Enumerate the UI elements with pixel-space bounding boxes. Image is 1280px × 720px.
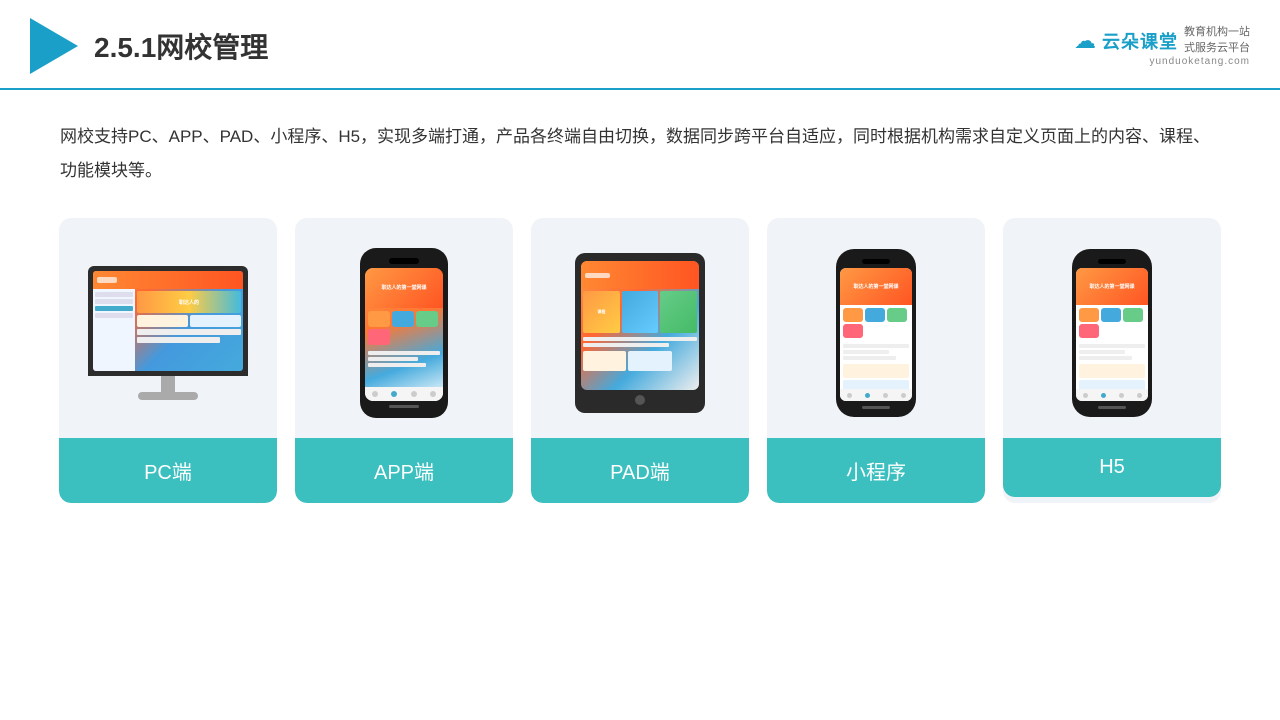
card-label-pc: PC端 <box>59 438 277 503</box>
card-image-app: 职达人的第一堂网课 <box>295 218 513 438</box>
miniprogram-phone-icon: 职达人的第一堂网课 <box>836 249 916 417</box>
card-label-miniprogram: 小程序 <box>767 438 985 503</box>
pc-monitor-icon: 职达人的 <box>88 266 248 400</box>
brand-tagline: 教育机构一站 式服务云平台 <box>1184 25 1250 56</box>
brand-name: 云朵课堂 <box>1102 28 1178 54</box>
card-image-pad: 课程 <box>531 218 749 438</box>
card-image-pc: 职达人的 <box>59 218 277 438</box>
platform-cards: 职达人的 <box>60 218 1220 503</box>
brand-logo: ☁ 云朵课堂 教育机构一站 式服务云平台 yunduoketang.com <box>1074 25 1250 67</box>
card-image-h5: 职达人的第一堂网课 <box>1003 218 1221 438</box>
card-label-app: APP端 <box>295 438 513 503</box>
logo-triangle-icon <box>30 18 78 74</box>
card-pc: 职达人的 <box>59 218 277 503</box>
description-text: 网校支持PC、APP、PAD、小程序、H5，实现多端打通，产品各终端自由切换，数… <box>60 120 1220 188</box>
page-title: 2.5.1网校管理 <box>94 26 268 66</box>
card-h5: 职达人的第一堂网课 <box>1003 218 1221 503</box>
cloud-icon: ☁ <box>1074 28 1096 54</box>
header-right: ☁ 云朵课堂 教育机构一站 式服务云平台 yunduoketang.com <box>1074 25 1250 67</box>
card-label-pad: PAD端 <box>531 438 749 503</box>
header: 2.5.1网校管理 ☁ 云朵课堂 教育机构一站 式服务云平台 yunduoket… <box>0 0 1280 90</box>
brand-icon: ☁ 云朵课堂 教育机构一站 式服务云平台 <box>1074 25 1250 56</box>
pad-tablet-icon: 课程 <box>575 253 705 413</box>
content-area: 网校支持PC、APP、PAD、小程序、H5，实现多端打通，产品各终端自由切换，数… <box>0 90 1280 523</box>
card-miniprogram: 职达人的第一堂网课 <box>767 218 985 503</box>
card-pad: 课程 <box>531 218 749 503</box>
header-left: 2.5.1网校管理 <box>30 18 268 74</box>
card-image-miniprogram: 职达人的第一堂网课 <box>767 218 985 438</box>
card-label-h5: H5 <box>1003 438 1221 497</box>
card-app: 职达人的第一堂网课 <box>295 218 513 503</box>
app-phone-icon: 职达人的第一堂网课 <box>360 248 448 418</box>
h5-phone-icon: 职达人的第一堂网课 <box>1072 249 1152 417</box>
brand-url: yunduoketang.com <box>1149 56 1250 67</box>
